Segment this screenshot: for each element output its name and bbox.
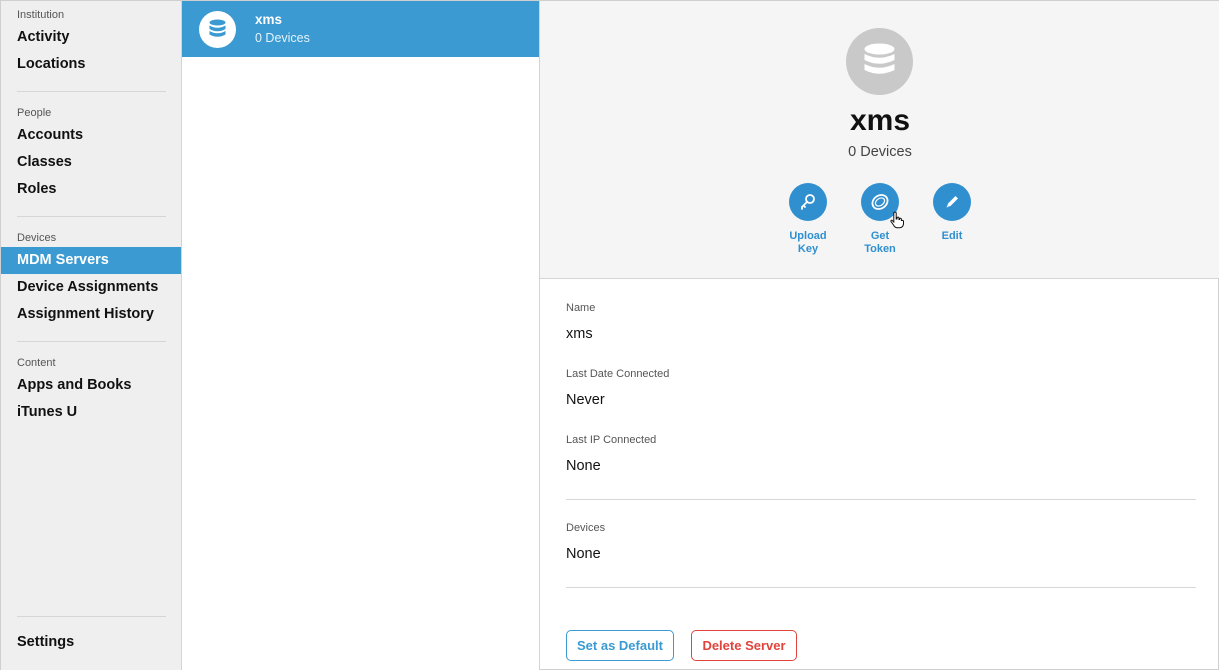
- upload-key-label-1: Upload: [789, 230, 827, 242]
- server-name: xms: [255, 12, 283, 27]
- key-icon: [789, 183, 827, 221]
- sidebar-item-assignment-history[interactable]: Assignment History: [1, 301, 181, 328]
- divider: [566, 499, 1196, 500]
- field-value-name: xms: [566, 326, 593, 342]
- sidebar-divider: [17, 616, 166, 617]
- database-icon: [846, 28, 913, 95]
- get-token-label-1: Get: [870, 230, 890, 242]
- sidebar-divider: [17, 341, 166, 342]
- delete-server-button[interactable]: Delete Server: [691, 630, 797, 661]
- field-label-last-ip: Last IP Connected: [566, 434, 657, 446]
- field-value-last-ip: None: [566, 458, 601, 474]
- sidebar-item-settings[interactable]: Settings: [1, 629, 181, 656]
- field-value-last-date: Never: [566, 392, 605, 408]
- section-header-institution: Institution: [17, 9, 65, 21]
- sidebar-item-mdm-servers[interactable]: MDM Servers: [1, 247, 181, 274]
- server-device-count: 0 Devices: [255, 31, 310, 45]
- divider: [566, 587, 1196, 588]
- sidebar-divider: [17, 91, 166, 92]
- list-item[interactable]: xms 0 Devices: [182, 1, 539, 57]
- edit-button[interactable]: Edit: [922, 183, 982, 243]
- database-icon: [199, 11, 236, 48]
- get-token-label-2: Token: [864, 243, 896, 255]
- sidebar-item-roles[interactable]: Roles: [1, 176, 181, 203]
- section-header-content: Content: [17, 357, 56, 369]
- section-header-devices: Devices: [17, 232, 57, 244]
- sidebar-item-itunes-u[interactable]: iTunes U: [1, 399, 181, 426]
- sidebar-item-activity[interactable]: Activity: [1, 24, 181, 51]
- sidebar-divider: [17, 216, 166, 217]
- upload-key-label-2: Key: [797, 243, 819, 255]
- pencil-icon: [933, 183, 971, 221]
- page-title: xms: [849, 104, 911, 137]
- edit-label: Edit: [941, 230, 963, 242]
- device-count: 0 Devices: [848, 144, 912, 160]
- set-as-default-button[interactable]: Set as Default: [566, 630, 674, 661]
- sidebar: Institution Activity Locations People Ac…: [1, 1, 182, 670]
- server-list: xms 0 Devices: [182, 1, 540, 670]
- sidebar-item-device-assignments[interactable]: Device Assignments: [1, 274, 181, 301]
- field-label-last-date: Last Date Connected: [566, 368, 670, 380]
- detail-header: xms 0 Devices Upload Key Get Token Edit: [540, 1, 1219, 279]
- field-label-devices: Devices: [566, 522, 606, 534]
- section-header-people: People: [17, 107, 52, 119]
- sidebar-item-apps-and-books[interactable]: Apps and Books: [1, 372, 181, 399]
- hand-cursor-icon: [889, 211, 905, 229]
- sidebar-item-locations[interactable]: Locations: [1, 51, 181, 78]
- field-label-name: Name: [566, 302, 596, 314]
- sidebar-item-classes[interactable]: Classes: [1, 149, 181, 176]
- upload-key-button[interactable]: Upload Key: [778, 183, 838, 256]
- app-window: Institution Activity Locations People Ac…: [0, 0, 1219, 670]
- field-value-devices: None: [566, 546, 601, 562]
- sidebar-item-accounts[interactable]: Accounts: [1, 122, 181, 149]
